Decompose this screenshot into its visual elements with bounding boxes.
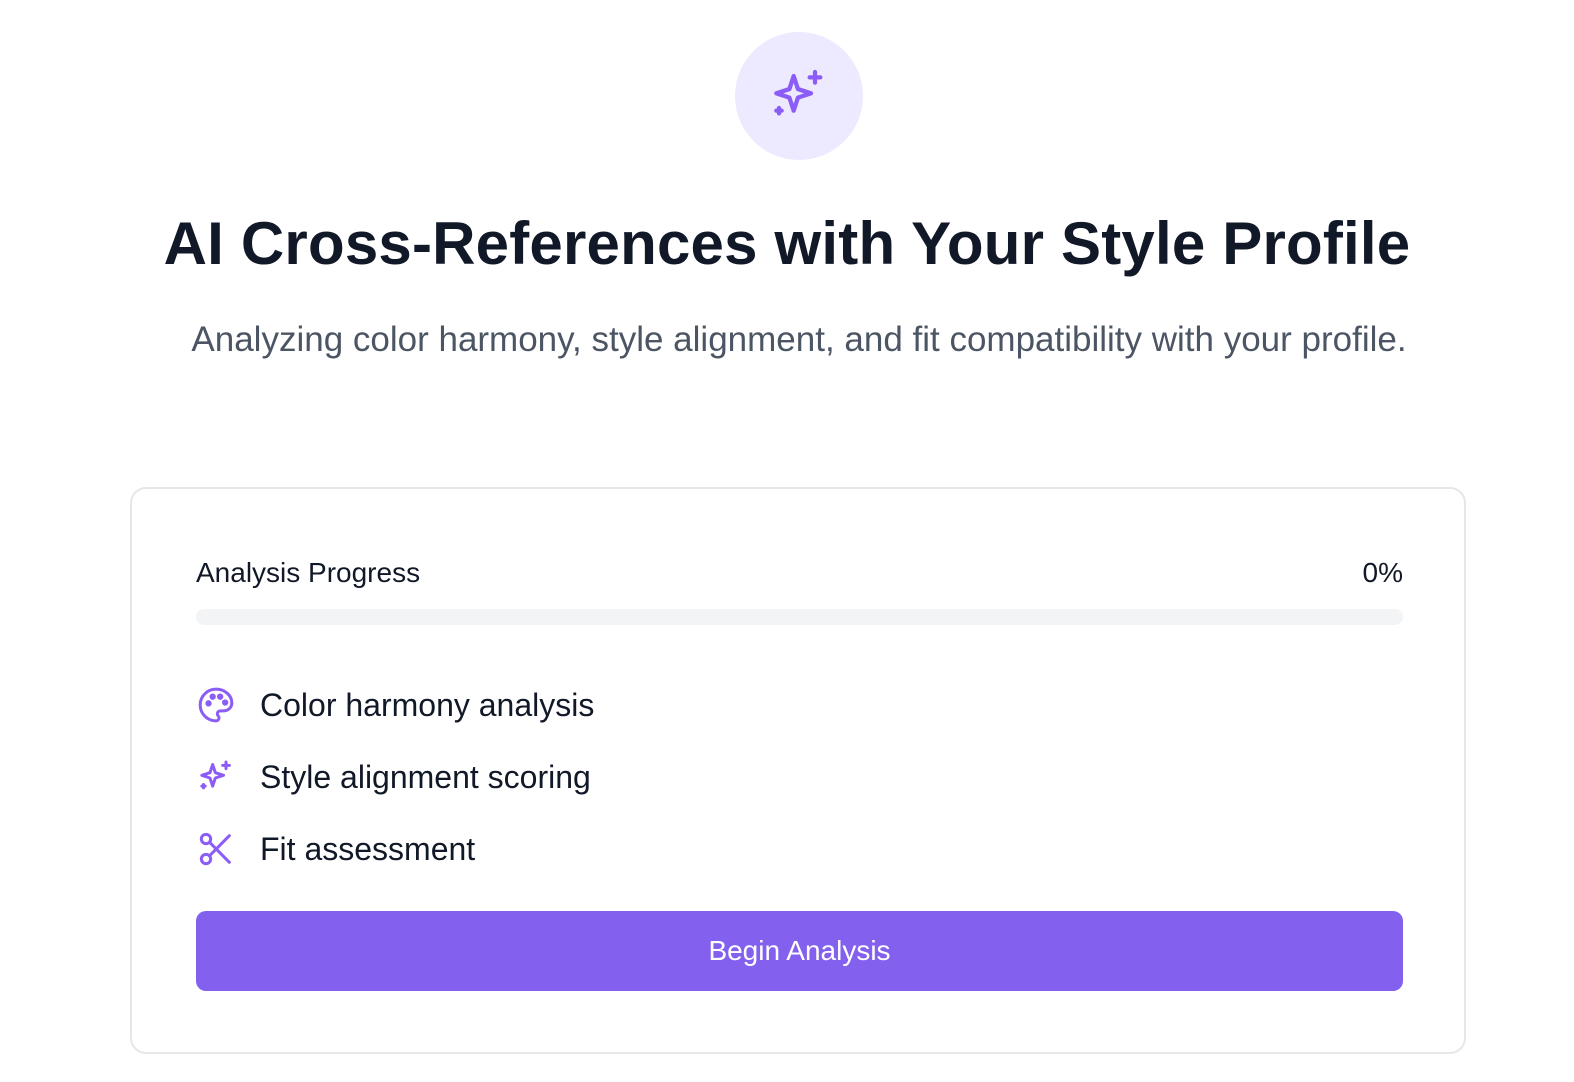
list-item: Color harmony analysis [196, 669, 594, 741]
feature-list: Color harmony analysis Style alignment s… [196, 669, 594, 885]
progress-percent: 0% [1362, 557, 1403, 588]
page-subtitle: Analyzing color harmony, style alignment… [191, 320, 1407, 359]
list-item: Fit assessment [196, 813, 594, 885]
hero-icon-badge [735, 32, 863, 160]
analysis-card: Analysis Progress 0% Color harmony analy… [130, 487, 1466, 1054]
sparkles-icon [200, 760, 231, 790]
feature-label-color-harmony: Color harmony analysis [260, 686, 595, 723]
list-item: Style alignment scoring [196, 741, 594, 813]
progress-bar [196, 609, 1403, 625]
sparkles-icon [774, 69, 823, 116]
palette-icon [198, 687, 234, 723]
progress-header: Analysis Progress 0% [196, 555, 1403, 591]
feature-label-fit-assessment: Fit assessment [260, 830, 476, 867]
begin-analysis-button[interactable]: Begin Analysis [196, 911, 1403, 991]
scissors-icon [199, 832, 231, 866]
progress-label: Analysis Progress [196, 557, 421, 588]
feature-label-style-alignment: Style alignment scoring [260, 758, 591, 795]
page-title: AI Cross-References with Your Style Prof… [163, 210, 1411, 277]
